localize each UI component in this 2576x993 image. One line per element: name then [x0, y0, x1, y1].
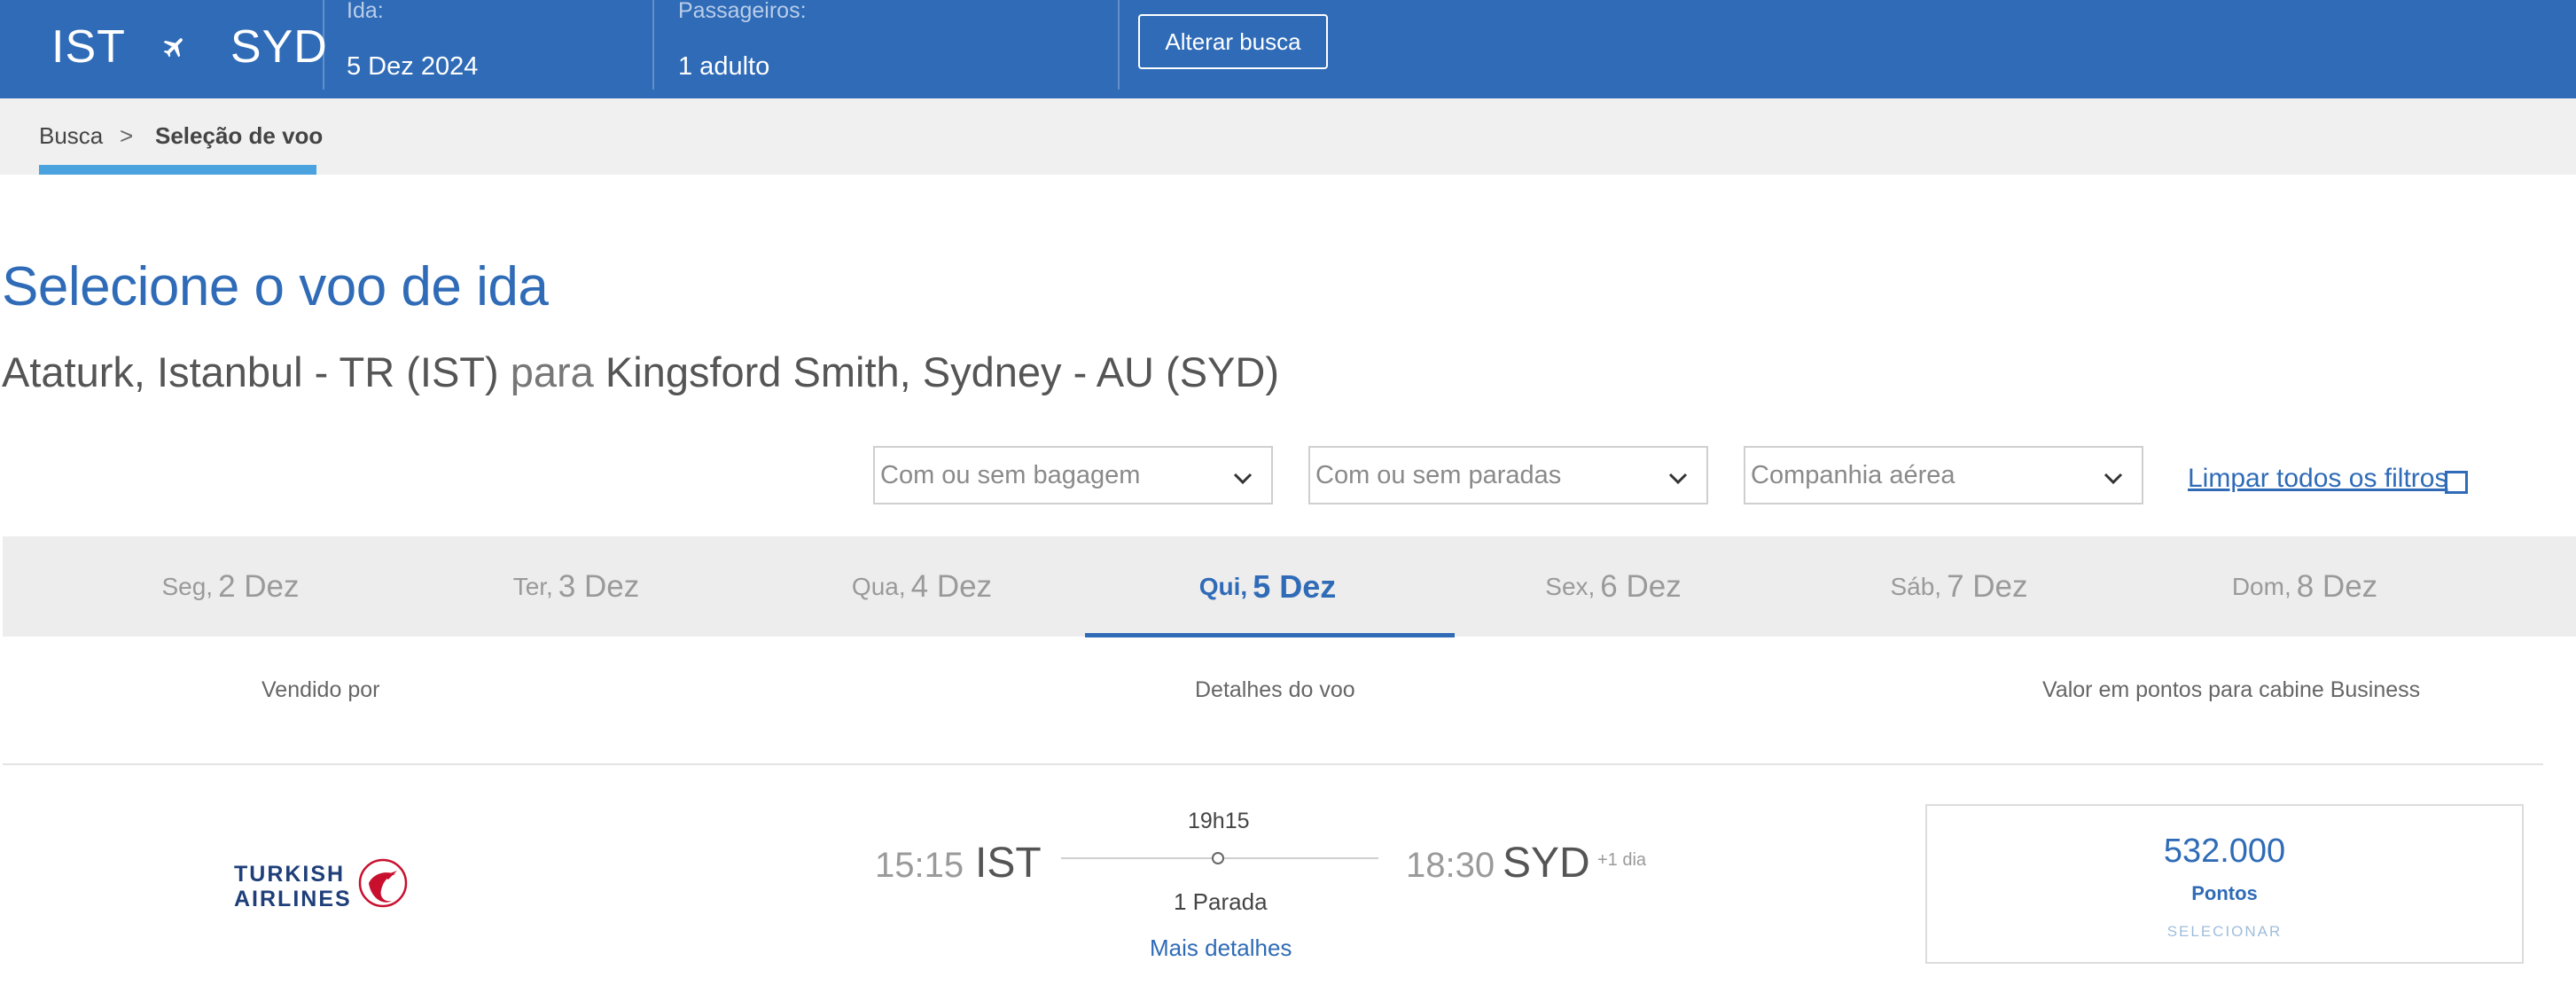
airplane-icon [161, 34, 188, 60]
date-tab-date: 2 Dez [218, 568, 300, 604]
date-tab-date: 6 Dez [1600, 568, 1682, 604]
stops-filter-placeholder: Com ou sem paradas [1315, 460, 1562, 489]
date-tab-date: 5 Dez [1253, 567, 1337, 605]
breadcrumb-item-current: Seleção de voo [155, 122, 324, 149]
stops-count: 1 Parada [1174, 888, 1268, 915]
date-tab-weekday: Sáb, [1890, 572, 1942, 600]
route-summary: IST SYD [51, 16, 328, 78]
baggage-filter-select[interactable]: Com ou sem bagagem [873, 446, 1273, 504]
date-tab-weekday: Sex, [1545, 572, 1596, 600]
chevron-down-icon [2103, 465, 2124, 495]
select-button[interactable]: SELECIONAR [1927, 923, 2522, 941]
clear-filters-link[interactable]: Limpar todos os filtros [2188, 464, 2447, 494]
date-tab-weekday: Seg, [161, 572, 214, 600]
chevron-down-icon [1232, 465, 1253, 495]
breadcrumb [0, 98, 2576, 175]
departure-airport: IST [975, 840, 1042, 887]
passengers-value: 1 adulto [678, 52, 770, 81]
header-divider [1118, 0, 1120, 90]
date-tab-date: 3 Dez [558, 568, 640, 604]
date-tab-weekday: Dom, [2231, 572, 2291, 600]
date-tab-weekday: Qui, [1198, 572, 1248, 600]
passengers-label: Passageiros: [678, 0, 807, 23]
airline-filter-placeholder: Companhia aérea [1751, 460, 1955, 489]
day-offset-badge: +1 dia [1597, 850, 1647, 870]
page-title: Selecione o voo de ida [2, 256, 549, 317]
active-date-indicator [1085, 633, 1455, 637]
column-header-flight-details: Detalhes do voo [1195, 677, 1355, 702]
airline-filter-select[interactable]: Companhia aérea [1744, 446, 2143, 504]
column-header-sold-by: Vendido por [262, 677, 380, 702]
destination-code: SYD [230, 21, 328, 73]
flight-duration: 19h15 [1188, 809, 1250, 833]
date-tab-dom-8[interactable]: Dom, 8 Dez [2077, 536, 2533, 637]
column-header-points: Valor em pontos para cabine Business [2042, 677, 2421, 702]
date-tab-weekday: Qua, [851, 572, 906, 600]
airline-name-line2: AIRLINES [234, 887, 352, 911]
stop-marker [1212, 852, 1224, 864]
more-details-link[interactable]: Mais detalhes [1150, 934, 1292, 962]
route-subtitle: Ataturk, Istanbul - TR (IST) para Kingsf… [2, 348, 1279, 396]
airline-name: TURKISH AIRLINES [234, 862, 352, 911]
departure-time: 15:15 [875, 846, 964, 885]
date-tab-date: 7 Dez [1947, 568, 2028, 604]
turkish-crescent-icon [356, 856, 410, 914]
origin-code: IST [51, 21, 126, 73]
table-divider [3, 763, 2543, 765]
route-origin: Ataturk, Istanbul - TR (IST) [2, 348, 499, 395]
breadcrumb-active-indicator [39, 165, 316, 175]
airline-name-line1: TURKISH [234, 862, 346, 887]
header-divider [652, 0, 654, 90]
route-destination: Kingsford Smith, Sydney - AU (SYD) [605, 348, 1279, 395]
ida-value: 5 Dez 2024 [347, 52, 479, 81]
clear-filters-checkbox[interactable] [2445, 471, 2468, 494]
route-connector: para [510, 348, 594, 395]
turkish-airlines-logo: TURKISH AIRLINES [232, 856, 418, 911]
points-label: Pontos [2191, 882, 2258, 904]
breadcrumb-separator: > [120, 122, 134, 149]
change-search-button[interactable]: Alterar busca [1138, 14, 1328, 69]
points-select-card[interactable]: 532.000 Pontos SELECIONAR [1925, 804, 2524, 964]
baggage-filter-placeholder: Com ou sem bagagem [880, 460, 1141, 489]
date-tab-date: 8 Dez [2296, 568, 2378, 604]
points-value: 532.000 [2163, 833, 2286, 870]
chevron-down-icon [1667, 465, 1689, 495]
breadcrumb-item-busca[interactable]: Busca [39, 122, 103, 150]
date-tab-date: 4 Dez [910, 568, 993, 604]
arrival-airport: SYD [1503, 840, 1590, 887]
header-divider [323, 0, 324, 90]
stops-filter-select[interactable]: Com ou sem paradas [1308, 446, 1708, 504]
date-tab-weekday: Ter, [512, 572, 553, 600]
ida-label: Ida: [347, 0, 384, 23]
arrival-time: 18:30 [1406, 846, 1495, 885]
